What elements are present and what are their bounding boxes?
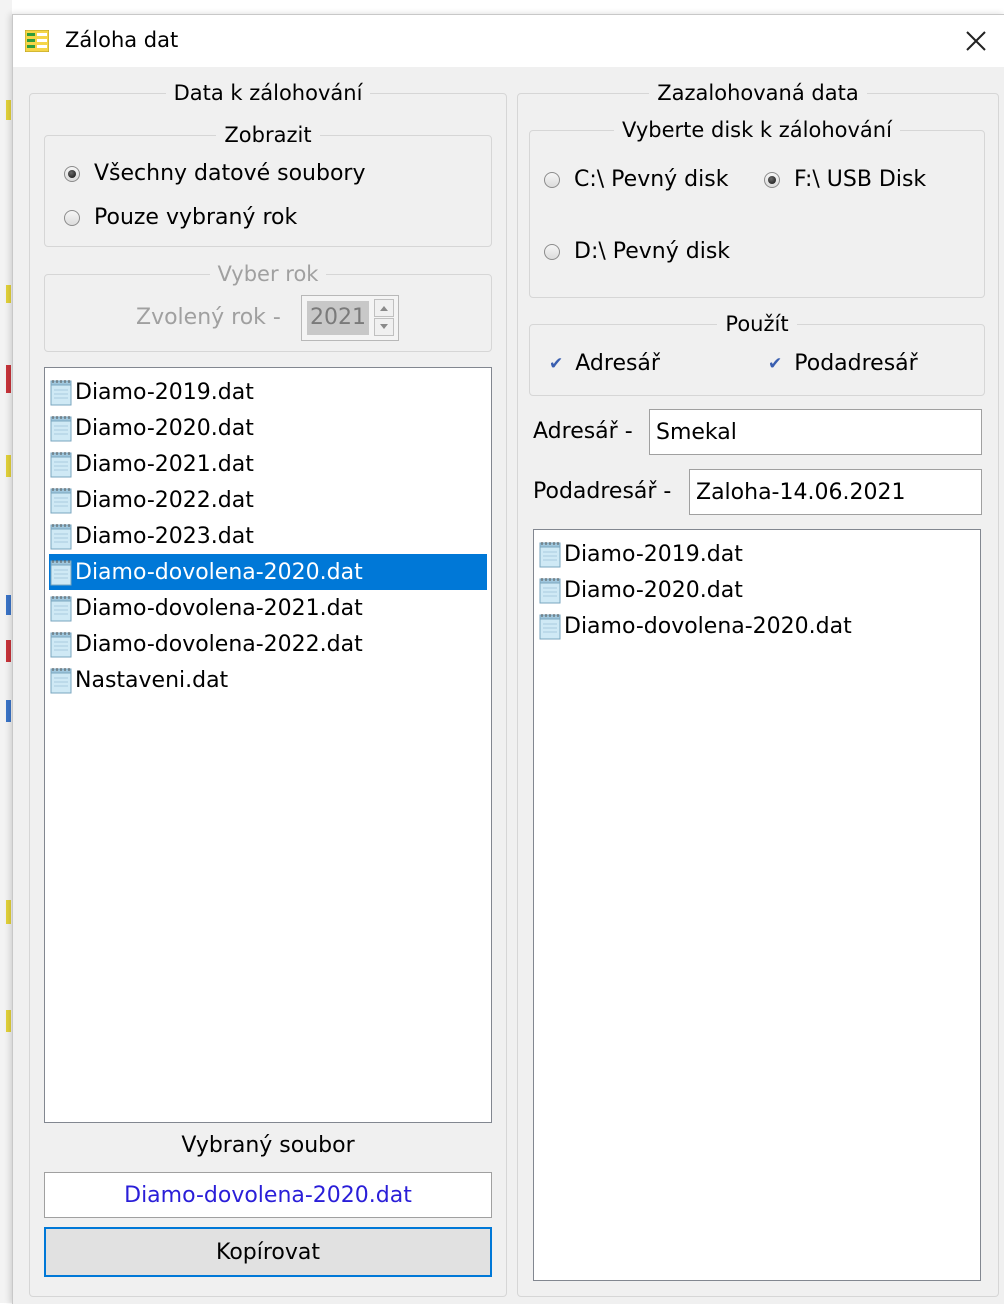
list-item-label: Nastaveni.dat	[75, 667, 229, 693]
list-item[interactable]: Diamo-dovolena-2020.dat	[538, 608, 976, 644]
notepad-file-icon	[538, 540, 564, 568]
disk-group: Vyberte disk k zálohování	[529, 118, 985, 298]
spinner-down-button[interactable]	[374, 318, 394, 336]
data-files-list[interactable]: Diamo-2019.dat Diamo-2020.dat Diamo-2021.d…	[44, 367, 492, 1123]
list-item-label: Diamo-dovolena-2022.dat	[75, 631, 363, 657]
close-icon	[966, 31, 986, 51]
arrow-up-icon	[380, 306, 388, 311]
close-button[interactable]	[947, 15, 1004, 67]
radio-selected-year[interactable]: Pouze vybraný rok	[64, 205, 297, 230]
notepad-file-icon	[49, 558, 75, 586]
list-item-label: Diamo-dovolena-2021.dat	[75, 595, 363, 621]
copy-button-label: Kopírovat	[215, 1239, 321, 1265]
window-title: Záloha dat	[65, 28, 179, 52]
app-icon	[25, 30, 49, 52]
list-item[interactable]: Diamo-dovolena-2022.dat	[49, 626, 487, 662]
radio-disk-c[interactable]: C:\ Pevný disk	[544, 167, 728, 192]
year-spinner[interactable]: 2021	[301, 295, 399, 341]
list-item[interactable]: Diamo-2019.dat	[538, 536, 976, 572]
list-item-label: Diamo-2021.dat	[75, 451, 254, 477]
notepad-file-icon	[49, 666, 75, 694]
subdirectory-input[interactable]: Zaloha-14.06.2021	[689, 469, 982, 515]
list-item-label: Diamo-2019.dat	[564, 541, 743, 567]
radio-disk-c-indicator[interactable]	[544, 171, 560, 188]
radio-disk-f-indicator[interactable]	[764, 171, 780, 188]
list-item[interactable]: Diamo-2021.dat	[49, 446, 487, 482]
subdirectory-value: Zaloha-14.06.2021	[696, 479, 906, 505]
selected-file-label: Vybraný soubor	[181, 1133, 355, 1158]
notepad-file-icon	[49, 450, 75, 478]
notepad-file-icon	[49, 630, 75, 658]
list-item[interactable]: Diamo-2020.dat	[538, 572, 976, 608]
list-item[interactable]: Diamo-dovolena-2020.dat	[49, 554, 487, 590]
show-group-title: Zobrazit	[224, 123, 312, 147]
list-item-label: Diamo-dovolena-2020.dat	[75, 559, 363, 585]
subdirectory-label: Podadresář -	[533, 479, 672, 504]
year-spinner-value: 2021	[307, 301, 369, 335]
checkbox-directory-label: Adresář	[575, 351, 660, 376]
title-bar[interactable]: Záloha dat	[13, 15, 1004, 67]
notepad-file-icon	[49, 486, 75, 514]
radio-disk-f[interactable]: F:\ USB Disk	[764, 167, 926, 192]
directory-label: Adresář -	[533, 419, 633, 444]
list-item[interactable]: Diamo-2023.dat	[49, 518, 487, 554]
use-group-title: Použít	[725, 312, 789, 336]
notepad-file-icon	[538, 576, 564, 604]
list-item-label: Diamo-2022.dat	[75, 487, 254, 513]
directory-input[interactable]: Smekal	[649, 409, 982, 455]
radio-disk-c-label: C:\ Pevný disk	[574, 167, 729, 192]
radio-disk-f-label: F:\ USB Disk	[794, 167, 927, 192]
radio-all-files-indicator[interactable]	[64, 165, 80, 182]
year-label: Zvolený rok -	[136, 305, 281, 330]
left-panel-title: Data k zálohování	[173, 81, 363, 105]
notepad-file-icon	[49, 378, 75, 406]
checkbox-directory[interactable]: ✔ Adresář	[549, 351, 660, 376]
disk-group-title: Vyberte disk k zálohování	[622, 118, 892, 142]
list-item-label: Diamo-2020.dat	[75, 415, 254, 441]
checkmark-icon[interactable]: ✔	[549, 354, 563, 374]
notepad-file-icon	[538, 612, 564, 640]
list-item-label: Diamo-2023.dat	[75, 523, 254, 549]
notepad-file-icon	[49, 522, 75, 550]
right-panel-title: Zazalohovaná data	[657, 81, 859, 105]
radio-disk-d-label: D:\ Pevný disk	[574, 239, 731, 264]
list-item[interactable]: Diamo-2022.dat	[49, 482, 487, 518]
list-item-label: Diamo-2019.dat	[75, 379, 254, 405]
notepad-file-icon	[49, 594, 75, 622]
radio-all-files-label: Všechny datové soubory	[94, 161, 366, 186]
checkmark-icon[interactable]: ✔	[768, 354, 782, 374]
radio-selected-year-label: Pouze vybraný rok	[94, 205, 298, 230]
radio-all-files[interactable]: Všechny datové soubory	[64, 161, 365, 186]
year-group-title: Vyber rok	[217, 262, 319, 286]
spinner-up-button[interactable]	[374, 299, 394, 317]
background-window-strip	[0, 0, 12, 1303]
list-item-label: Diamo-2020.dat	[564, 577, 743, 603]
arrow-down-icon	[380, 324, 388, 329]
list-item[interactable]: Diamo-2019.dat	[49, 374, 487, 410]
selected-file-value: Diamo-dovolena-2020.dat	[124, 1182, 412, 1208]
checkbox-subdirectory[interactable]: ✔ Podadresář	[768, 351, 918, 376]
list-item[interactable]: Diamo-2020.dat	[49, 410, 487, 446]
radio-selected-year-indicator[interactable]	[64, 209, 80, 226]
list-item[interactable]: Nastaveni.dat	[49, 662, 487, 698]
checkbox-subdirectory-label: Podadresář	[794, 351, 918, 376]
copy-button[interactable]: Kopírovat	[44, 1227, 492, 1277]
selected-file-field[interactable]: Diamo-dovolena-2020.dat	[44, 1172, 492, 1218]
notepad-file-icon	[49, 414, 75, 442]
list-item-label: Diamo-dovolena-2020.dat	[564, 613, 852, 639]
radio-disk-d[interactable]: D:\ Pevný disk	[544, 239, 730, 264]
radio-disk-d-indicator[interactable]	[544, 243, 560, 260]
list-item[interactable]: Diamo-dovolena-2021.dat	[49, 590, 487, 626]
backed-up-files-list[interactable]: Diamo-2019.dat Diamo-2020.dat Diamo-dovole…	[533, 529, 981, 1281]
directory-value: Smekal	[656, 419, 737, 445]
backup-dialog: Záloha dat Data k zálohování Zobrazit Vš…	[12, 14, 1004, 1304]
